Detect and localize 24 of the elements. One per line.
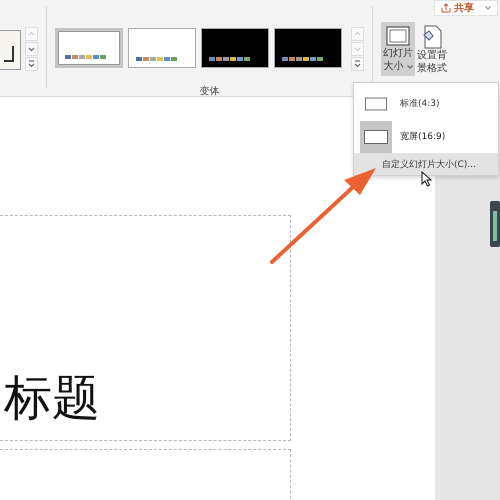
more-icon[interactable]	[25, 57, 38, 71]
share-button[interactable]: 共享	[434, 0, 498, 16]
caret-icon	[485, 6, 491, 10]
level-meter-icon	[490, 201, 500, 247]
slide-size-button[interactable]: 幻灯片 大小	[381, 22, 415, 76]
variant-thumbnail[interactable]	[201, 28, 269, 68]
scroll-down-icon[interactable]	[25, 42, 38, 56]
menu-item[interactable]: 宽屏(16:9)	[354, 120, 498, 153]
slide-title: 标题	[4, 369, 100, 428]
share-icon	[441, 3, 451, 13]
format-background-button[interactable]: 设置背 景格式	[415, 22, 449, 78]
title-placeholder[interactable]: 标题	[0, 215, 291, 441]
menu-item[interactable]: 自定义幻灯片大小(C)...	[354, 153, 498, 175]
more-icon[interactable]	[351, 57, 364, 71]
variant-thumbnail[interactable]	[55, 28, 123, 68]
group-label: 变体	[200, 84, 220, 98]
slide-shape-icon	[360, 120, 392, 152]
slide-size-icon	[386, 25, 410, 47]
page-fill-icon	[421, 25, 443, 49]
variant-thumbnail[interactable]	[128, 28, 196, 68]
variant-thumbnail[interactable]	[274, 28, 342, 68]
caret-icon	[406, 64, 412, 68]
menu-item[interactable]: 标准(4:3)	[354, 87, 498, 120]
theme-thumbnail[interactable]	[0, 30, 21, 70]
